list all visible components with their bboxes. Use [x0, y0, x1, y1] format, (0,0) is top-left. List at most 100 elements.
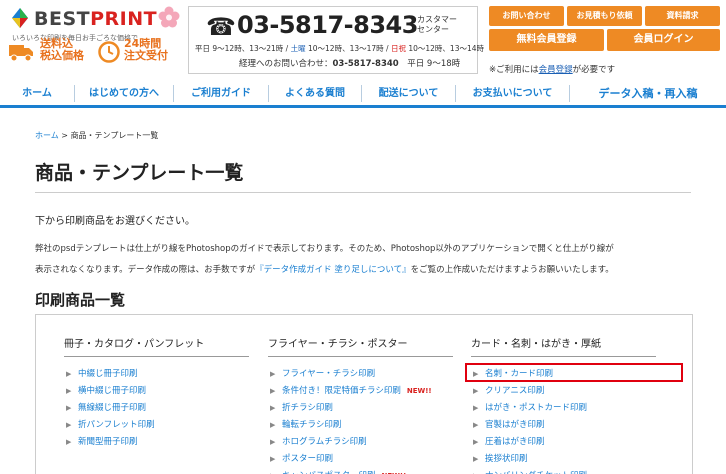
nav-home[interactable]: ホーム: [0, 82, 74, 105]
product-link[interactable]: ▶ クリアニス印刷: [471, 383, 656, 400]
bleed-guide-link[interactable]: 『データ作成ガイド 塗り足しについて』: [255, 265, 410, 275]
arrow-icon: ▶: [66, 370, 72, 378]
logo-mark-icon: [12, 8, 28, 28]
breadcrumb: ホーム > 商品・テンプレート一覧: [35, 131, 159, 140]
breadcrumb-current: 商品・テンプレート一覧: [70, 131, 159, 140]
product-link[interactable]: ▶キャンバスポスター印刷NEW!!: [268, 468, 453, 474]
arrow-icon: ▶: [473, 455, 479, 463]
arrow-icon: ▶: [473, 387, 479, 395]
product-link[interactable]: ▶ フライヤー・チラシ印刷: [268, 366, 453, 383]
arrow-icon: ▶: [270, 404, 276, 412]
selection-highlight: [465, 363, 683, 382]
section-title: 印刷商品一覧: [35, 291, 126, 309]
product-label: ホログラムチラシ印刷: [282, 437, 367, 447]
login-button[interactable]: 会員ログイン: [607, 29, 720, 51]
product-label: クリアニス印刷: [485, 386, 545, 396]
product-link[interactable]: ▶ 輪転チラシ印刷: [268, 417, 453, 434]
phone-number[interactable]: 03-5817-8343: [237, 11, 418, 39]
arrow-icon: ▶: [473, 468, 478, 474]
arrow-icon: ▶: [66, 421, 72, 429]
truck-icon: [9, 45, 33, 62]
member-note: ※ご利用には会員登録が必要です: [489, 65, 616, 75]
phone-icon: ☎: [206, 13, 236, 41]
product-link[interactable]: ▶ 折パンフレット印刷: [64, 417, 249, 434]
site-header: BESTPRINT いろいろな印刷を毎日お手ごろな価格で 送料込 税込価格 24…: [0, 0, 726, 82]
product-link[interactable]: ▶ナンバリングチケット印刷: [471, 468, 656, 474]
product-list: ▶ 中綴じ冊子印刷 ▶ 横中綴じ冊子印刷 ▶ 無線綴じ冊子印刷 ▶ 折パンフレット印刷 ▶ 新聞型…: [64, 366, 249, 451]
column-heading: 冊子・カタログ・パンフレット: [64, 335, 249, 357]
product-link[interactable]: ▶ 官製はがき印刷: [471, 417, 656, 434]
product-label: 条件付き！限定特価チラシ印刷: [282, 386, 401, 396]
product-label: 中綴じ冊子印刷: [78, 369, 138, 379]
product-label: 新聞型冊子印刷: [78, 437, 138, 447]
clock-icon: [98, 41, 120, 63]
new-badge: NEW!!: [406, 387, 432, 395]
breadcrumb-home-link[interactable]: ホーム: [35, 131, 59, 140]
arrow-icon: ▶: [473, 421, 479, 429]
product-list: ▶ 名刺・カード印刷 ▶ クリアニス印刷 ▶ はがき・ポストカード印刷 ▶ 官製はがき印刷 ▶ 圧…: [471, 366, 656, 474]
product-link[interactable]: ▶ 挨拶状印刷: [471, 451, 656, 468]
product-link[interactable]: ▶ ホログラムチラシ印刷: [268, 434, 453, 451]
arrow-icon: ▶: [270, 468, 275, 474]
phone-box: ☎ 03-5817-8343 カスタマー センター 平日 9〜12時、13〜21…: [188, 6, 484, 74]
logo-title: BESTPRINT: [34, 8, 158, 30]
arrow-icon: ▶: [270, 421, 276, 429]
product-label: はがき・ポストカード印刷: [485, 403, 588, 413]
product-column-cards: カード・名刺・はがき・厚紙 ▶ 名刺・カード印刷 ▶ クリアニス印刷 ▶ はがき・ポストカ…: [471, 335, 656, 474]
product-label: ポスター印刷: [282, 454, 334, 464]
product-label: 無線綴じ冊子印刷: [78, 403, 147, 413]
nav-faq[interactable]: よくある質問: [269, 82, 361, 105]
arrow-icon: ▶: [473, 438, 479, 446]
shipping-badge: 送料込 税込価格: [40, 37, 84, 62]
accounting-contact: 経理へのお問い合わせ：03-5817-8340 平日 9〜18時: [239, 59, 461, 69]
product-link[interactable]: ▶ 新聞型冊子印刷: [64, 434, 249, 451]
register-button[interactable]: 無料会員登録: [489, 29, 604, 51]
product-link[interactable]: ▶ 圧着はがき印刷: [471, 434, 656, 451]
member-register-link[interactable]: 会員登録: [539, 65, 573, 75]
product-link[interactable]: ▶ ポスター印刷: [268, 451, 453, 468]
product-link[interactable]: ▶ 中綴じ冊子印刷: [64, 366, 249, 383]
flower-icon: [158, 6, 180, 28]
arrow-icon: ▶: [270, 455, 276, 463]
phone-label: カスタマー センター: [417, 15, 457, 34]
intro-text: 下から印刷商品をお選びください。: [35, 216, 195, 227]
product-link[interactable]: ▶ 無線綴じ冊子印刷: [64, 400, 249, 417]
product-label: 折チラシ印刷: [282, 403, 333, 413]
quote-button[interactable]: お見積もり依頼: [567, 6, 642, 26]
product-list: ▶ フライヤー・チラシ印刷 ▶ 条件付き！限定特価チラシ印刷 NEW!! ▶ 折チラシ印刷 ▶…: [268, 366, 453, 474]
arrow-icon: ▶: [66, 387, 72, 395]
arrow-icon: ▶: [66, 438, 72, 446]
arrow-icon: ▶: [270, 370, 276, 378]
nav-data-submission[interactable]: データ入稿・再入稿: [570, 82, 726, 105]
product-column-flyers: フライヤー・チラシ・ポスター ▶ フライヤー・チラシ印刷 ▶ 条件付き！限定特価チラシ…: [268, 335, 453, 474]
product-label: 挨拶状印刷: [485, 454, 528, 464]
column-heading: フライヤー・チラシ・ポスター: [268, 335, 453, 357]
product-column-booklets: 冊子・カタログ・パンフレット ▶ 中綴じ冊子印刷 ▶ 横中綴じ冊子印刷 ▶ 無線綴じ冊子印…: [64, 335, 249, 451]
page-title: 商品・テンプレート一覧: [35, 162, 244, 184]
product-link[interactable]: ▶ はがき・ポストカード印刷: [471, 400, 656, 417]
nav-shipping[interactable]: 配送について: [362, 82, 455, 105]
product-link[interactable]: ▶ 条件付き！限定特価チラシ印刷 NEW!!: [268, 383, 453, 400]
product-label: 折パンフレット印刷: [78, 420, 155, 430]
nav-guide[interactable]: ご利用ガイド: [174, 82, 268, 105]
column-heading: カード・名刺・はがき・厚紙: [471, 335, 656, 357]
product-link[interactable]: ▶ 横中綴じ冊子印刷: [64, 383, 249, 400]
product-panel: 冊子・カタログ・パンフレット ▶ 中綴じ冊子印刷 ▶ 横中綴じ冊子印刷 ▶ 無線綴じ冊子印…: [35, 314, 693, 474]
title-divider: [35, 192, 691, 193]
arrow-icon: ▶: [270, 438, 276, 446]
business-hours: 平日 9〜12時、13〜21時 / 土曜 10〜12時、13〜17時 / 日祝 …: [195, 44, 485, 53]
product-link[interactable]: ▶ 折チラシ印刷: [268, 400, 453, 417]
arrow-icon: ▶: [66, 404, 72, 412]
nav-first-time[interactable]: はじめての方へ: [75, 82, 173, 105]
product-label: 横中綴じ冊子印刷: [78, 386, 147, 396]
arrow-icon: ▶: [473, 404, 479, 412]
docs-request-button[interactable]: 資料請求: [645, 6, 720, 26]
arrow-icon: ▶: [270, 387, 276, 395]
template-note: 弊社のpsdテンプレートは仕上がり線をPhotoshopのガイドで表示しておりま…: [35, 244, 614, 275]
product-label: 輪転チラシ印刷: [282, 420, 342, 430]
product-label: 圧着はがき印刷: [485, 437, 545, 447]
product-label: 官製はがき印刷: [485, 420, 545, 430]
nav-payment[interactable]: お支払いについて: [456, 82, 569, 105]
contact-button[interactable]: お問い合わせ: [489, 6, 564, 26]
order-badge: 24時間 注文受付: [124, 37, 168, 62]
